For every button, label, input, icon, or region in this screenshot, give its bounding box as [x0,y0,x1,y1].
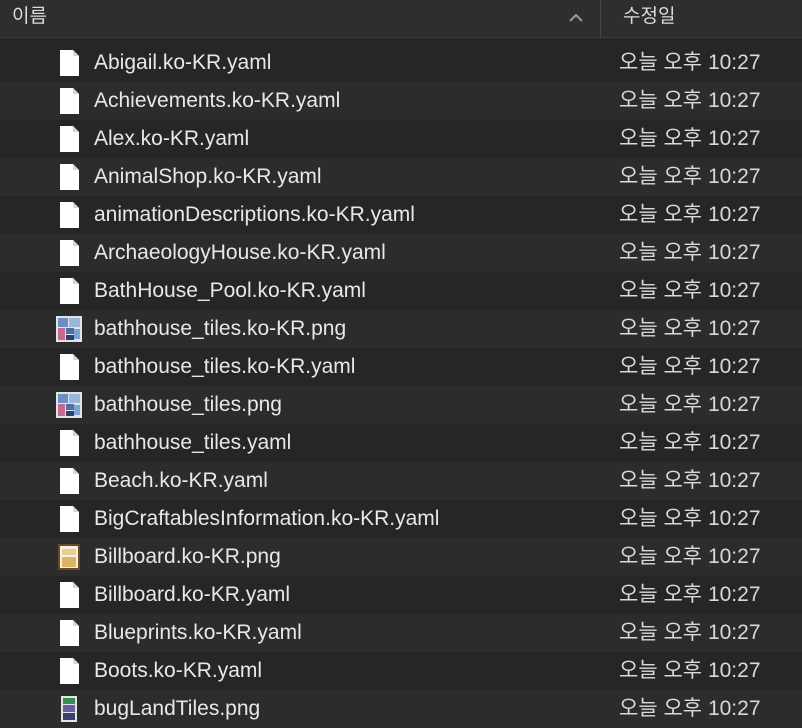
file-row[interactable]: Billboard.ko-KR.yaml 오늘 오후 10:27 [0,576,802,614]
file-modified-date: 오늘 오후 10:27 [619,583,761,606]
file-row[interactable]: ArchaeologyHouse.ko-KR.yaml 오늘 오후 10:27 [0,234,802,272]
file-name: animationDescriptions.ko-KR.yaml [94,203,415,226]
file-row[interactable]: BathHouse_Pool.ko-KR.yaml 오늘 오후 10:27 [0,272,802,310]
column-header: 이름 수정일 [0,0,802,38]
file-row[interactable]: AnimalShop.ko-KR.yaml 오늘 오후 10:27 [0,158,802,196]
file-name: AnimalShop.ko-KR.yaml [94,165,322,188]
file-modified-date: 오늘 오후 10:27 [619,203,761,226]
document-icon [56,277,82,305]
file-row[interactable]: animationDescriptions.ko-KR.yaml 오늘 오후 10… [0,196,802,234]
file-row[interactable]: bathhouse_tiles.yaml 오늘 오후 10:27 [0,424,802,462]
file-name: Achievements.ko-KR.yaml [94,89,341,112]
file-name: Beach.ko-KR.yaml [94,469,268,492]
file-modified-date: 오늘 오후 10:27 [619,469,761,492]
column-divider[interactable] [600,0,601,38]
file-list: Abigail.ko-KR.yaml 오늘 오후 10:27 Achievement… [0,44,802,728]
file-name: ArchaeologyHouse.ko-KR.yaml [94,241,386,264]
file-row[interactable]: bugLandTiles.png 오늘 오후 10:27 [0,690,802,728]
image-thumbnail-icon [56,543,82,571]
chevron-up-icon[interactable] [567,9,585,27]
file-modified-date: 오늘 오후 10:27 [619,621,761,644]
file-modified-date: 오늘 오후 10:27 [619,317,761,340]
document-icon [56,505,82,533]
document-icon [56,201,82,229]
file-modified-date: 오늘 오후 10:27 [619,241,761,264]
file-row[interactable]: bathhouse_tiles.ko-KR.png 오늘 오후 10:27 [0,310,802,348]
file-name: Boots.ko-KR.yaml [94,659,263,682]
file-modified-date: 오늘 오후 10:27 [619,355,761,378]
document-icon [56,49,82,77]
document-icon [56,87,82,115]
file-name: bathhouse_tiles.ko-KR.png [94,317,347,340]
file-row[interactable]: Beach.ko-KR.yaml 오늘 오후 10:27 [0,462,802,500]
image-thumbnail-icon [56,695,82,723]
file-row[interactable]: Boots.ko-KR.yaml 오늘 오후 10:27 [0,652,802,690]
document-icon [56,239,82,267]
file-modified-date: 오늘 오후 10:27 [619,697,761,720]
document-icon [56,581,82,609]
file-row[interactable]: Billboard.ko-KR.png 오늘 오후 10:27 [0,538,802,576]
file-modified-date: 오늘 오후 10:27 [619,545,761,568]
file-modified-date: 오늘 오후 10:27 [619,51,761,74]
file-modified-date: 오늘 오후 10:27 [619,431,761,454]
file-row[interactable]: bathhouse_tiles.ko-KR.yaml 오늘 오후 10:27 [0,348,802,386]
file-name: bathhouse_tiles.ko-KR.yaml [94,355,356,378]
file-name: bugLandTiles.png [94,697,261,720]
document-icon [56,125,82,153]
file-row[interactable]: Alex.ko-KR.yaml 오늘 오후 10:27 [0,120,802,158]
file-name: Alex.ko-KR.yaml [94,127,250,150]
file-name: bathhouse_tiles.yaml [94,431,292,454]
file-modified-date: 오늘 오후 10:27 [619,393,761,416]
file-name: BigCraftablesInformation.ko-KR.yaml [94,507,440,530]
file-modified-date: 오늘 오후 10:27 [619,89,761,112]
file-row[interactable]: BigCraftablesInformation.ko-KR.yaml 오늘 오후… [0,500,802,538]
file-row[interactable]: Blueprints.ko-KR.yaml 오늘 오후 10:27 [0,614,802,652]
file-name: bathhouse_tiles.png [94,393,282,416]
file-name: Abigail.ko-KR.yaml [94,51,272,74]
document-icon [56,353,82,381]
file-modified-date: 오늘 오후 10:27 [619,279,761,302]
document-icon [56,619,82,647]
file-modified-date: 오늘 오후 10:27 [619,165,761,188]
file-row[interactable]: Achievements.ko-KR.yaml 오늘 오후 10:27 [0,82,802,120]
file-row[interactable]: bathhouse_tiles.png 오늘 오후 10:27 [0,386,802,424]
document-icon [56,467,82,495]
file-modified-date: 오늘 오후 10:27 [619,127,761,150]
file-row[interactable]: Abigail.ko-KR.yaml 오늘 오후 10:27 [0,44,802,82]
image-thumbnail-icon [56,391,82,419]
file-modified-date: 오늘 오후 10:27 [619,659,761,682]
file-name: BathHouse_Pool.ko-KR.yaml [94,279,366,302]
file-name: Billboard.ko-KR.yaml [94,583,291,606]
document-icon [56,163,82,191]
file-name: Billboard.ko-KR.png [94,545,281,568]
file-name: Blueprints.ko-KR.yaml [94,621,302,644]
date-column-header[interactable]: 수정일 [623,0,675,38]
name-column-header[interactable]: 이름 [12,0,47,38]
image-thumbnail-icon [56,315,82,343]
document-icon [56,429,82,457]
file-modified-date: 오늘 오후 10:27 [619,507,761,530]
document-icon [56,657,82,685]
